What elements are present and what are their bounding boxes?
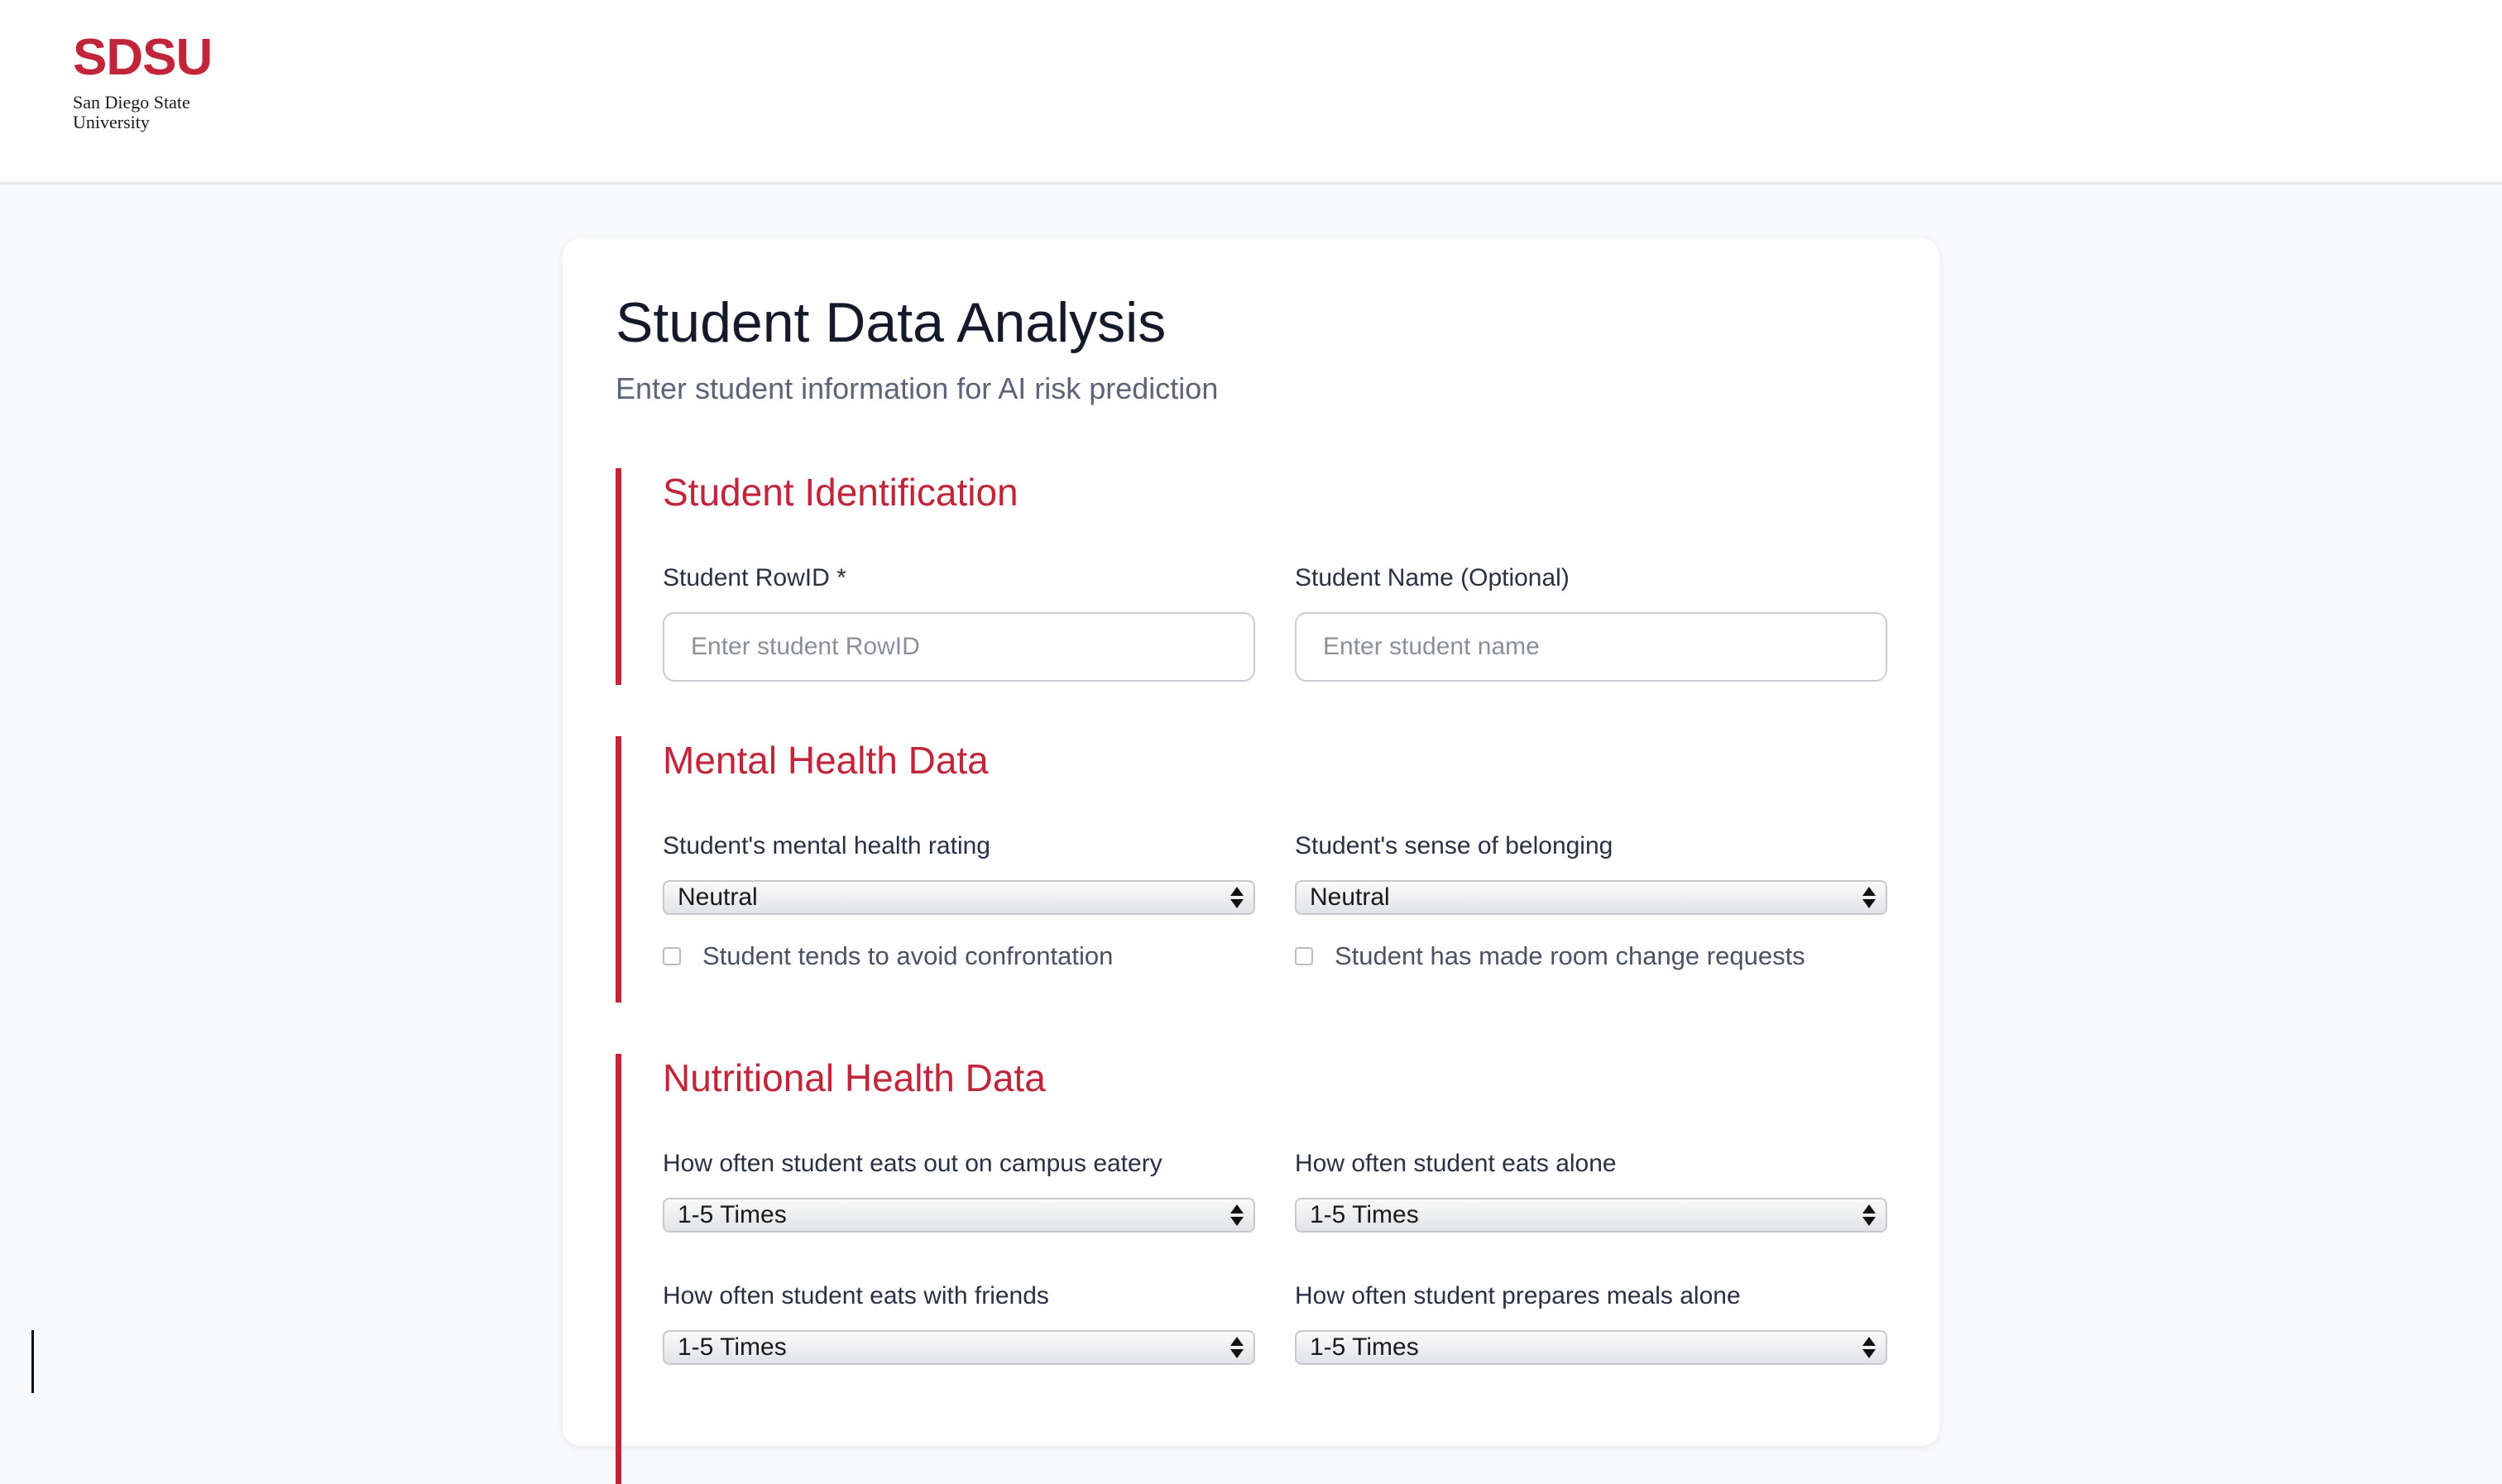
- section-title: Mental Health Data: [663, 739, 989, 782]
- prepares-meals-alone-select[interactable]: 1-5 Times: [1295, 1330, 1887, 1365]
- avoid-confrontation-checkbox[interactable]: Student tends to avoid confrontation: [663, 940, 1113, 973]
- section-title: Student Identification: [663, 471, 1019, 514]
- logo-university-name: San Diego State University: [73, 93, 213, 132]
- select-arrows-icon: [1862, 1335, 1876, 1360]
- student-name-input[interactable]: [1295, 612, 1887, 682]
- select-value: 1-5 Times: [678, 1201, 787, 1228]
- prepares-meals-alone-label: How often student prepares meals alone: [1295, 1282, 1741, 1309]
- select-arrows-icon: [1862, 1203, 1876, 1228]
- select-arrows-icon: [1230, 1203, 1244, 1228]
- mental-health-rating-field: Student's mental health rating Neutral: [663, 831, 1255, 915]
- checkbox-icon[interactable]: [663, 947, 681, 965]
- student-name-field: Student Name (Optional): [1295, 562, 1887, 682]
- eats-with-friends-label: How often student eats with friends: [663, 1282, 1049, 1309]
- eats-out-field: How often student eats out on campus eat…: [663, 1148, 1255, 1233]
- rowid-input[interactable]: [663, 612, 1255, 682]
- select-value: 1-5 Times: [678, 1333, 787, 1361]
- logo-name-line1: San Diego State: [73, 92, 190, 112]
- eats-alone-label: How often student eats alone: [1295, 1150, 1617, 1177]
- eats-with-friends-field: How often student eats with friends 1-5 …: [663, 1281, 1255, 1365]
- section-mental-health: Mental Health Data Student's mental heal…: [616, 736, 1887, 1003]
- eats-alone-field: How often student eats alone 1-5 Times: [1295, 1148, 1887, 1233]
- rowid-field: Student RowID *: [663, 562, 1255, 682]
- logo-name-line2: University: [73, 112, 150, 132]
- rowid-label: Student RowID *: [663, 564, 846, 591]
- eats-with-friends-select[interactable]: 1-5 Times: [663, 1330, 1255, 1365]
- logo-mark: SDSU: [73, 29, 213, 86]
- section-title: Nutritional Health Data: [663, 1056, 1046, 1099]
- eats-out-label: How often student eats out on campus eat…: [663, 1150, 1162, 1177]
- sense-of-belonging-field: Student's sense of belonging Neutral: [1295, 831, 1887, 915]
- sdsu-logo[interactable]: SDSU San Diego State University: [73, 31, 222, 132]
- room-change-checkbox[interactable]: Student has made room change requests: [1295, 940, 1805, 973]
- page-subtitle: Enter student information for AI risk pr…: [616, 371, 1219, 405]
- text-cursor: [31, 1330, 34, 1393]
- mental-health-rating-label: Student's mental health rating: [663, 832, 990, 859]
- form-card: Student Data Analysis Enter student info…: [563, 238, 1939, 1484]
- select-value: Neutral: [1310, 883, 1390, 911]
- section-nutritional-health: Nutritional Health Data How often studen…: [616, 1054, 1887, 1484]
- sense-of-belonging-select[interactable]: Neutral: [1295, 880, 1887, 915]
- eats-out-select[interactable]: 1-5 Times: [663, 1198, 1255, 1233]
- select-value: 1-5 Times: [1310, 1333, 1419, 1361]
- select-arrows-icon: [1230, 885, 1244, 910]
- select-arrows-icon: [1862, 885, 1876, 910]
- mental-health-rating-select[interactable]: Neutral: [663, 880, 1255, 915]
- sense-of-belonging-label: Student's sense of belonging: [1295, 832, 1613, 859]
- select-arrows-icon: [1230, 1335, 1244, 1360]
- prepares-meals-alone-field: How often student prepares meals alone 1…: [1295, 1281, 1887, 1365]
- select-value: 1-5 Times: [1310, 1201, 1419, 1228]
- avoid-confrontation-label: Student tends to avoid confrontation: [702, 941, 1114, 970]
- page-title: Student Data Analysis: [616, 291, 1167, 354]
- student-name-label: Student Name (Optional): [1295, 564, 1570, 591]
- eats-alone-select[interactable]: 1-5 Times: [1295, 1198, 1887, 1233]
- select-value: Neutral: [678, 883, 758, 911]
- checkbox-icon[interactable]: [1295, 947, 1313, 965]
- room-change-label: Student has made room change requests: [1335, 941, 1805, 970]
- top-header: SDSU San Diego State University: [0, 0, 2502, 184]
- section-student-identification: Student Identification Student RowID * S…: [616, 468, 1887, 685]
